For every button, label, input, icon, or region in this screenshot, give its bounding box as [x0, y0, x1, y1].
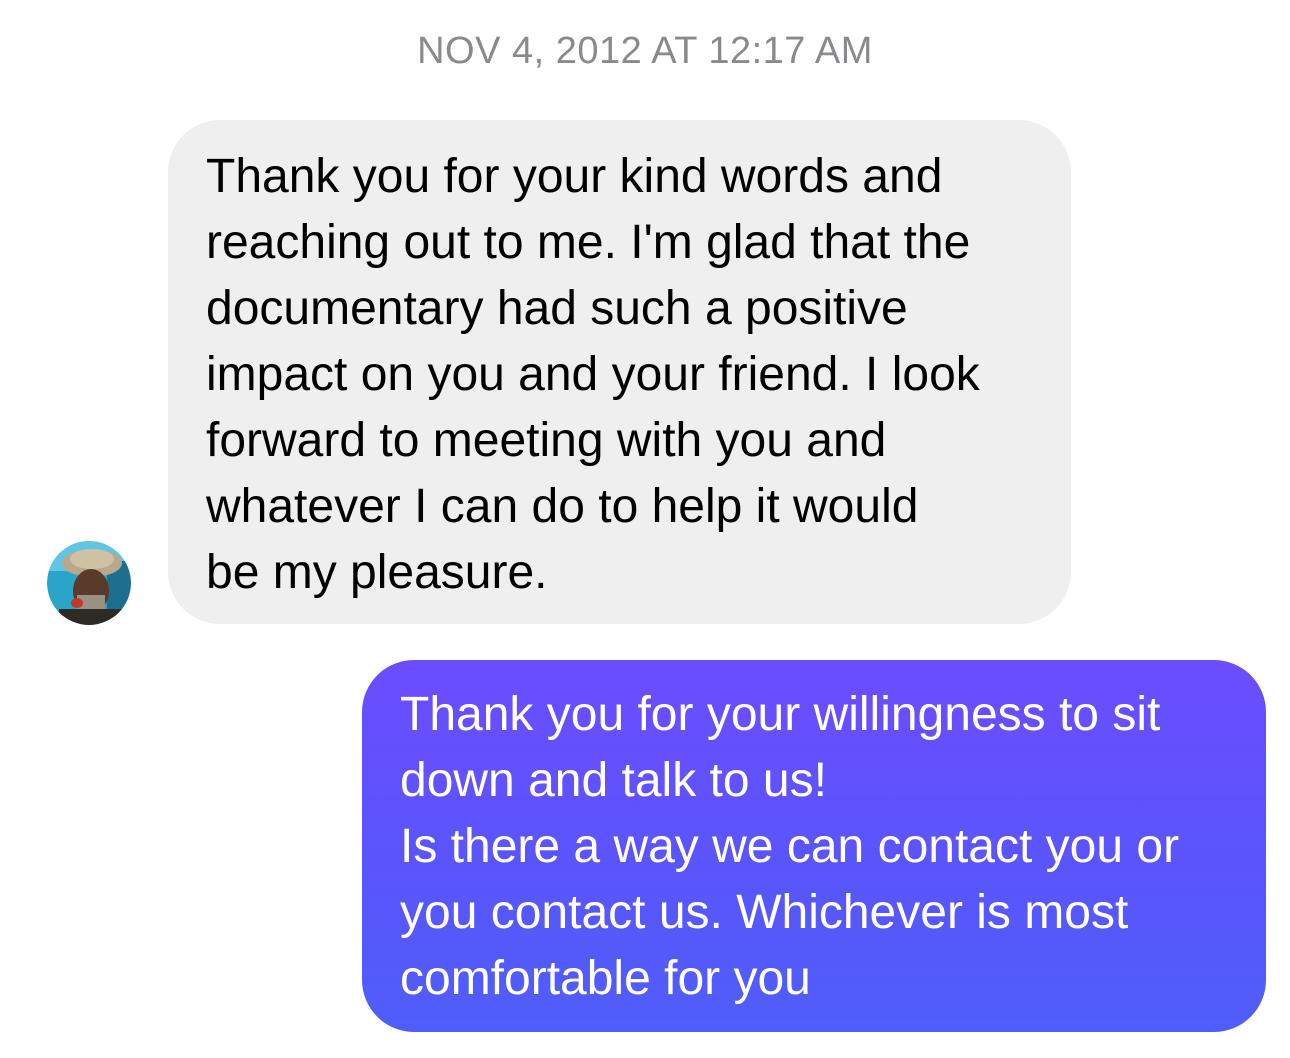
contact-avatar[interactable]: [47, 541, 131, 625]
message-timestamp: NOV 4, 2012 AT 12:17 AM: [417, 30, 873, 72]
avatar-photo-icon: [47, 541, 131, 625]
outgoing-message-bubble[interactable]: Thank you for your willingness to sit do…: [362, 660, 1266, 1032]
incoming-message-bubble[interactable]: Thank you for your kind words and reachi…: [168, 120, 1071, 624]
